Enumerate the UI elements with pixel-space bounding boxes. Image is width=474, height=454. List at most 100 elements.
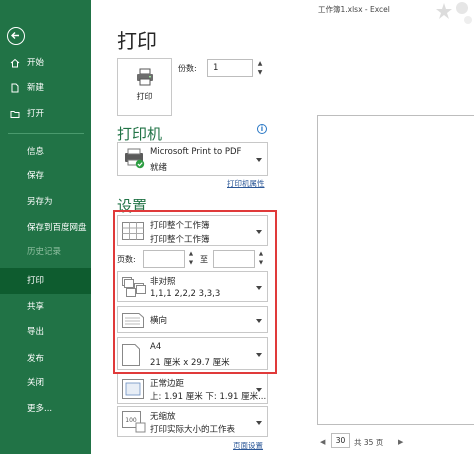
nav-label-share: 共享	[27, 302, 45, 312]
margins-dropdown[interactable]: 正常边距 上: 1.91 厘米 下: 1.91 厘米...	[117, 373, 268, 404]
nav-item-export[interactable]: 导出	[0, 322, 91, 342]
print-button-label: 打印	[136, 92, 153, 101]
open-folder-icon	[10, 111, 20, 118]
scaling-line1: 无缩放	[150, 412, 176, 422]
copies-input[interactable]: 1	[207, 59, 253, 77]
backstage-nav: 开始 新建 打开 信息 保存 另存为 保存到百度网盘 历史记录 打印 共享 导出…	[0, 0, 91, 454]
chevron-down-icon	[256, 286, 262, 290]
svg-text:100: 100	[125, 417, 137, 424]
pages-to-label: 至	[200, 255, 208, 264]
printer-name: Microsoft Print to PDF	[150, 147, 242, 157]
landscape-page-icon	[122, 313, 144, 328]
chevron-down-icon	[256, 421, 262, 425]
pages-from-stepper[interactable]: ▲ ▼	[186, 250, 196, 268]
no-scaling-icon: 100	[122, 411, 146, 433]
paper-size-icon	[122, 344, 140, 366]
paper-size-dropdown[interactable]: A4 21 厘米 x 29.7 厘米	[117, 337, 268, 370]
nav-item-publish[interactable]: 发布	[0, 349, 91, 369]
current-page-input[interactable]: 30	[331, 433, 350, 448]
paper-size-line1: A4	[150, 342, 162, 352]
collate-line1: 非对照	[150, 277, 176, 287]
chevron-down-icon	[256, 158, 262, 162]
orientation-dropdown[interactable]: 横向	[117, 306, 268, 333]
chevron-down-icon	[256, 230, 262, 234]
margins-line1: 正常边距	[150, 379, 185, 389]
total-pages-label: 共 35 页	[354, 438, 384, 447]
nav-label-history: 历史记录	[27, 247, 62, 257]
printer-dropdown[interactable]: Microsoft Print to PDF 就绪	[117, 142, 268, 176]
back-arrow-icon[interactable]	[7, 27, 25, 45]
uncollated-pages-icon	[122, 277, 146, 297]
collate-dropdown[interactable]: 非对照 1,1,1 2,2,2 3,3,3	[117, 271, 268, 302]
margins-line2: 上: 1.91 厘米 下: 1.91 厘米...	[150, 392, 267, 402]
printer-properties-link[interactable]: 打印机属性	[227, 178, 265, 189]
print-scope-dropdown[interactable]: 打印整个工作簿 打印整个工作簿	[117, 215, 268, 246]
nav-item-history: 历史记录	[0, 242, 91, 262]
print-button[interactable]: 打印	[117, 58, 172, 116]
scaling-line2: 打印实际大小的工作表	[150, 425, 236, 435]
printer-heading: 打印机	[117, 125, 163, 143]
paper-size-line2: 21 厘米 x 29.7 厘米	[150, 358, 230, 368]
new-file-icon	[11, 83, 19, 93]
scaling-dropdown[interactable]: 100 无缩放 打印实际大小的工作表	[117, 406, 268, 437]
nav-item-print[interactable]: 打印	[0, 268, 91, 294]
chevron-down-icon	[256, 319, 262, 323]
window-title: 工作簿1.xlsx - Excel	[318, 5, 390, 14]
nav-label-print: 打印	[27, 276, 45, 286]
nav-label-more: 更多...	[27, 404, 53, 414]
page-setup-link[interactable]: 页面设置	[233, 440, 263, 451]
printer-device-icon	[125, 148, 145, 169]
orientation-value: 横向	[150, 316, 168, 326]
printer-status: 就绪	[150, 163, 168, 173]
print-scope-line2: 打印整个工作簿	[150, 235, 210, 245]
collate-line2: 1,1,1 2,2,2 3,3,3	[150, 289, 221, 299]
nav-item-info[interactable]: 信息	[0, 142, 91, 162]
print-scope-line1: 打印整个工作簿	[150, 221, 210, 231]
nav-label-info: 信息	[27, 147, 45, 157]
nav-label-save-as: 另存为	[27, 197, 53, 207]
nav-item-home[interactable]: 开始	[0, 53, 91, 73]
nav-item-share[interactable]: 共享	[0, 297, 91, 317]
copies-stepper[interactable]: ▲ ▼	[254, 59, 266, 77]
stepper-down-icon[interactable]: ▼	[254, 68, 266, 77]
chevron-left-icon[interactable]: ◀	[320, 438, 325, 446]
nav-label-home: 开始	[27, 58, 45, 68]
home-icon	[10, 58, 20, 68]
stepper-down-icon[interactable]: ▼	[186, 259, 196, 268]
nav-label-save: 保存	[27, 171, 45, 181]
margins-icon	[122, 379, 144, 399]
chevron-right-icon[interactable]: ▶	[398, 438, 403, 446]
chevron-down-icon	[256, 388, 262, 392]
page-title: 打印	[117, 29, 157, 53]
nav-item-save-as[interactable]: 另存为	[0, 192, 91, 212]
chevron-down-icon	[256, 353, 262, 357]
nav-divider	[8, 133, 84, 134]
nav-label-publish: 发布	[27, 354, 45, 364]
nav-item-new[interactable]: 新建	[0, 78, 91, 98]
nav-label-export: 导出	[27, 327, 45, 337]
nav-item-save-to-baidu[interactable]: 保存到百度网盘	[0, 218, 91, 238]
nav-label-close: 关闭	[27, 378, 45, 388]
workbook-grid-icon	[122, 222, 144, 240]
pages-from-input[interactable]	[143, 250, 185, 268]
stepper-up-icon[interactable]: ▲	[254, 59, 266, 68]
settings-heading: 设置	[117, 197, 148, 215]
stepper-down-icon[interactable]: ▼	[256, 259, 266, 268]
nav-item-open[interactable]: 打开	[0, 104, 91, 124]
nav-item-close[interactable]: 关闭	[0, 373, 91, 393]
stepper-up-icon[interactable]: ▲	[256, 250, 266, 259]
pages-label: 页数:	[117, 255, 136, 264]
print-preview-page	[317, 115, 474, 425]
stepper-up-icon[interactable]: ▲	[186, 250, 196, 259]
pages-to-stepper[interactable]: ▲ ▼	[256, 250, 266, 268]
nav-label-new: 新建	[27, 83, 45, 93]
nav-label-save-to-baidu: 保存到百度网盘	[27, 223, 87, 233]
nav-item-save[interactable]: 保存	[0, 166, 91, 186]
nav-item-more[interactable]: 更多...	[0, 399, 91, 419]
printer-icon	[137, 68, 153, 86]
decorative-stars-icon	[436, 2, 472, 24]
pages-to-input[interactable]	[213, 250, 255, 268]
info-icon[interactable]: i	[257, 124, 267, 134]
nav-label-open: 打开	[27, 109, 45, 119]
copies-label: 份数:	[178, 64, 197, 73]
